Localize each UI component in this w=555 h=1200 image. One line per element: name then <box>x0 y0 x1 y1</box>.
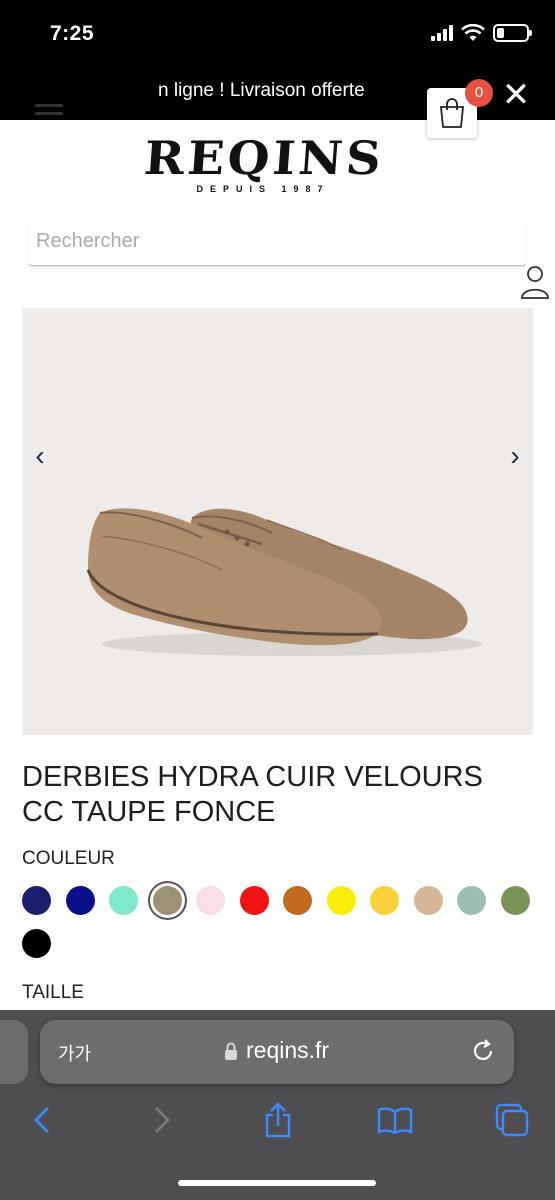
shopping-bag-icon <box>440 98 464 128</box>
tabs-button[interactable] <box>490 1098 534 1142</box>
brand-logo[interactable]: REQINS DEPUIS 1987 <box>142 131 386 200</box>
size-label: TAILLE <box>22 982 84 1003</box>
tabs-icon <box>495 1103 529 1137</box>
signal-icon <box>431 25 453 41</box>
color-swatch[interactable] <box>196 886 225 915</box>
browser-nav-toolbar <box>0 1098 555 1148</box>
product-image-carousel[interactable]: ‹ › <box>22 308 533 735</box>
color-swatch[interactable] <box>413 886 443 915</box>
color-swatch[interactable] <box>500 886 530 915</box>
battery-icon <box>493 24 532 42</box>
page-settings-button[interactable]: 가가 <box>58 1040 91 1066</box>
color-swatch[interactable] <box>457 886 486 915</box>
cart-count-badge: 0 <box>465 79 493 107</box>
status-bar: 7:25 <box>0 0 555 72</box>
url-text: reqins.fr <box>246 1037 330 1063</box>
color-swatch[interactable] <box>239 886 269 915</box>
previous-tab-peek[interactable] <box>0 1020 28 1084</box>
color-swatch[interactable] <box>65 886 95 915</box>
lock-icon <box>225 1042 237 1060</box>
home-indicator <box>178 1180 376 1186</box>
logo-tagline: DEPUIS 1987 <box>196 184 330 194</box>
search-input[interactable] <box>28 218 526 265</box>
forward-button[interactable] <box>140 1098 184 1142</box>
address-bar[interactable]: 가가 reqins.fr <box>40 1020 514 1084</box>
color-swatch[interactable] <box>283 886 312 915</box>
product-shoe-image <box>86 508 482 656</box>
chevron-left-icon <box>33 1106 50 1134</box>
chevron-right-icon <box>154 1106 171 1134</box>
carousel-next-arrow[interactable]: › <box>503 440 527 472</box>
product-title: DERBIES HYDRA CUIR VELOURS CC TAUPE FONC… <box>22 761 483 828</box>
status-time: 7:25 <box>50 22 95 45</box>
reload-icon[interactable] <box>470 1038 496 1064</box>
logo-wordmark: REQINS <box>142 131 386 185</box>
promo-text: n ligne ! Livraison offerte <box>158 80 365 101</box>
color-swatch[interactable] <box>370 886 399 915</box>
menu-icon[interactable] <box>35 104 63 124</box>
back-button[interactable] <box>20 1098 64 1142</box>
wifi-icon <box>461 24 485 41</box>
close-icon[interactable]: ✕ <box>499 76 533 114</box>
color-swatch[interactable] <box>22 886 51 915</box>
color-swatch[interactable] <box>326 886 356 915</box>
color-swatch[interactable] <box>22 929 51 958</box>
share-button[interactable] <box>256 1098 300 1142</box>
color-swatch[interactable] <box>152 886 182 915</box>
share-icon <box>265 1102 291 1138</box>
status-icons <box>431 24 532 42</box>
color-swatch[interactable] <box>109 886 138 915</box>
book-icon <box>377 1107 413 1134</box>
carousel-prev-arrow[interactable]: ‹ <box>28 440 52 472</box>
search-bar <box>28 218 526 266</box>
browser-toolbar: 가가 reqins.fr <box>0 1010 555 1200</box>
color-label: COULEUR <box>22 848 115 869</box>
account-icon[interactable] <box>520 265 550 299</box>
bookmarks-button[interactable] <box>373 1098 417 1142</box>
color-swatch-list <box>22 886 532 958</box>
